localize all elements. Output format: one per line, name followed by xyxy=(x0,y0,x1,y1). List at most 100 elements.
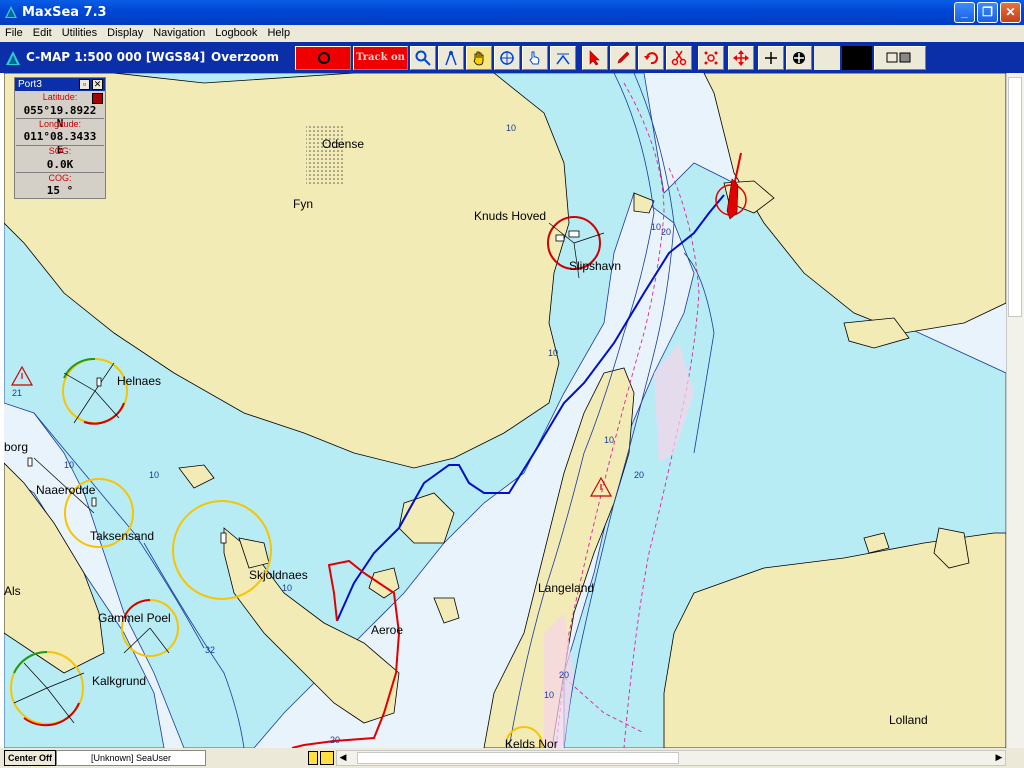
latitude-indicator xyxy=(92,93,103,104)
scissors-icon xyxy=(671,50,687,66)
record-button[interactable] xyxy=(295,46,351,70)
window-title: MaxSea 7.3 xyxy=(22,5,107,20)
status-bar: Center Off [Unknown] SeaUser ◀ ▶ xyxy=(0,748,1024,768)
cog-value: 15 ° xyxy=(46,184,74,197)
pencil-icon xyxy=(617,51,630,64)
undo-icon xyxy=(644,52,658,65)
layout-toggle-button[interactable] xyxy=(874,46,926,70)
maxsea-app-icon xyxy=(5,6,17,18)
hand-pointer-icon xyxy=(529,51,540,65)
measure-tool-button[interactable] xyxy=(550,46,576,70)
depth-label: 21 xyxy=(12,388,22,398)
position-panel-header[interactable]: Port3 ▫ ✕ xyxy=(15,78,105,91)
restore-button[interactable]: ❐ xyxy=(977,2,998,23)
depth-label: 10 xyxy=(548,348,558,358)
horizontal-scroll-thumb[interactable] xyxy=(357,752,679,764)
menu-edit[interactable]: Edit xyxy=(28,25,57,42)
longitude-label: Longitude: xyxy=(38,119,82,129)
menu-navigation[interactable]: Navigation xyxy=(148,25,210,42)
chart-scale-label: C-MAP 1:500 000 [WGS84] xyxy=(26,50,206,64)
add-mark-button[interactable] xyxy=(758,46,784,70)
chart-window-icon xyxy=(6,51,20,65)
hand-icon xyxy=(473,51,484,66)
place-als: Als xyxy=(4,584,21,598)
depth-label: 20 xyxy=(330,735,340,745)
route-points-icon xyxy=(704,51,718,65)
place-langeland: Langeland xyxy=(538,581,594,595)
center-off-button[interactable]: Center Off xyxy=(4,750,56,766)
position-panel-title: Port3 xyxy=(18,79,42,90)
select-tool-button[interactable] xyxy=(522,46,548,70)
place-skjoldnaes: Skjoldnaes xyxy=(249,568,308,582)
menu-logbook[interactable]: Logbook xyxy=(210,25,262,42)
place-taksensand: Taksensand xyxy=(90,529,154,543)
crosshair-tool-button[interactable] xyxy=(494,46,520,70)
depth-label: 10 xyxy=(651,222,661,232)
depth-label: 20 xyxy=(634,470,644,480)
arrow-cursor-icon xyxy=(589,50,600,66)
place-slipshavn: Slipshavn xyxy=(569,259,621,273)
cog-label: COG: xyxy=(48,173,72,183)
menu-file[interactable]: File xyxy=(0,25,28,42)
menu-bar: File Edit Utilities Display Navigation Logboo… xyxy=(0,25,1024,42)
place-lolland: Lolland xyxy=(889,713,928,727)
menu-utilities[interactable]: Utilities xyxy=(57,25,102,42)
chart-toolbar: C-MAP 1:500 000 [WGS84] Overzoom Track o… xyxy=(0,42,1024,110)
panel-minimize-button[interactable]: ▫ xyxy=(79,79,90,90)
crosshair-icon xyxy=(500,51,514,65)
depth-label: 10 xyxy=(506,123,516,133)
zoom-tool-button[interactable] xyxy=(410,46,436,70)
cut-tool-button[interactable] xyxy=(666,46,692,70)
compass-icon xyxy=(445,50,457,66)
layout-icon xyxy=(886,52,911,63)
depth-label: 10 xyxy=(282,583,292,593)
position-panel[interactable]: Port3 ▫ ✕ Latitude: 055°19.8922 N Longit… xyxy=(14,77,106,199)
undo-tool-button[interactable] xyxy=(638,46,664,70)
menu-help[interactable]: Help xyxy=(262,25,295,42)
folder-icon[interactable] xyxy=(320,751,334,765)
vertical-scroll-thumb[interactable] xyxy=(1008,77,1022,317)
move-arrows-icon xyxy=(733,50,749,66)
place-odense: Odense xyxy=(322,137,364,151)
close-button[interactable]: ✕ xyxy=(1000,2,1021,23)
track-on-button[interactable]: Track on xyxy=(353,46,408,70)
chart-map[interactable]: Odense Fyn Knuds Hoved Slipshavn Helnaes… xyxy=(4,73,1006,748)
nautical-chart[interactable]: Odense Fyn Knuds Hoved Slipshavn Helnaes… xyxy=(4,73,1006,748)
scroll-right-icon[interactable]: ▶ xyxy=(993,751,1005,763)
latitude-label: Latitude: xyxy=(42,92,78,102)
place-knuds-hoved: Knuds Hoved xyxy=(474,209,546,223)
horizontal-scrollbar[interactable]: ◀ ▶ xyxy=(336,750,1006,766)
center-mark-button[interactable] xyxy=(786,46,812,70)
pan-tool-button[interactable] xyxy=(466,46,492,70)
scroll-left-icon[interactable]: ◀ xyxy=(337,751,349,763)
toolbar-black-cell xyxy=(842,46,872,70)
target-icon xyxy=(793,52,805,64)
toolbar-blank-cell xyxy=(814,46,840,70)
user-status: [Unknown] SeaUser xyxy=(56,750,206,766)
depth-label: 10 xyxy=(149,470,159,480)
place-naaerodde: Naaerodde xyxy=(36,483,96,497)
magnifier-icon xyxy=(415,50,431,66)
arrow-tool-button[interactable] xyxy=(582,46,608,70)
depth-label: 10 xyxy=(64,460,74,470)
depth-label: 20 xyxy=(661,227,671,237)
minimize-button[interactable]: _ xyxy=(954,2,975,23)
depth-label: 10 xyxy=(544,690,554,700)
place-aeroe: Aeroe xyxy=(371,623,403,637)
compass-tool-button[interactable] xyxy=(438,46,464,70)
place-helnaes: Helnaes xyxy=(117,374,161,388)
place-fyn: Fyn xyxy=(293,197,313,211)
move-tool-button[interactable] xyxy=(728,46,754,70)
chart-info: C-MAP 1:500 000 [WGS84] Overzoom xyxy=(0,42,290,73)
route-points-tool-button[interactable] xyxy=(698,46,724,70)
vertical-scrollbar[interactable] xyxy=(1006,73,1024,748)
depth-label: 32 xyxy=(205,645,215,655)
sog-label: SOG: xyxy=(48,146,72,156)
menu-display[interactable]: Display xyxy=(102,25,148,42)
place-borg: borg xyxy=(4,440,28,454)
place-kelds-nor: Kelds Nor xyxy=(505,737,558,748)
pencil-tool-button[interactable] xyxy=(610,46,636,70)
panel-close-button[interactable]: ✕ xyxy=(92,79,103,90)
depth-label: 20 xyxy=(559,670,569,680)
page-icon[interactable] xyxy=(308,751,318,765)
